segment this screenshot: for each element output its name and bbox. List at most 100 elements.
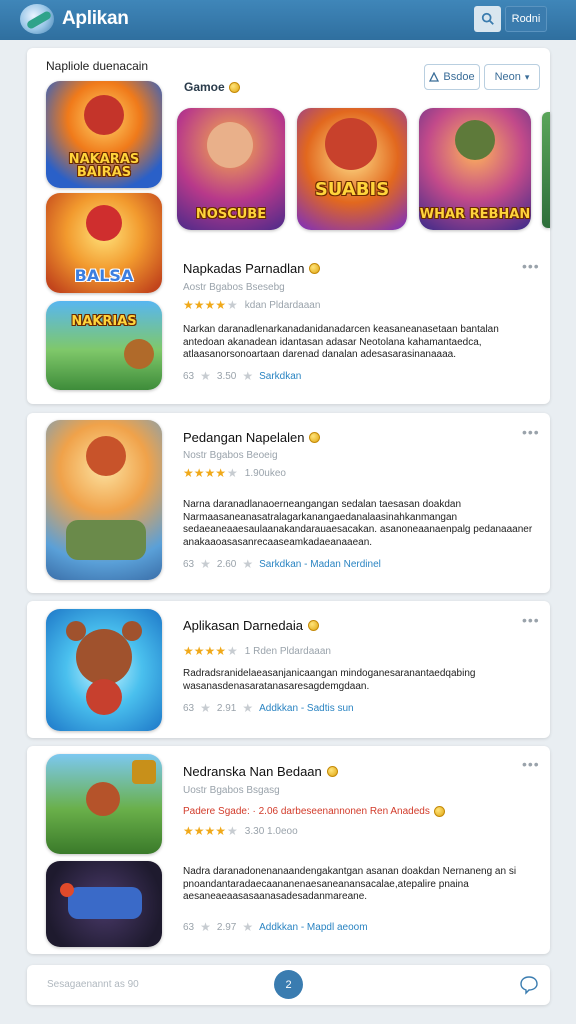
subheading-text: Gamoe: [184, 80, 225, 94]
footer-value: 3.50: [216, 370, 237, 382]
app-footer: 63 ★ 3.50 ★ Sarkdkan: [183, 369, 301, 383]
app-name: Aplikasan Darnedaia: [183, 618, 303, 633]
game-thumb[interactable]: NAKARAS BAIRAS: [46, 81, 162, 188]
rating-text: kdan Pldardaaan: [244, 299, 321, 311]
section-label: Napliole duenacain: [46, 59, 149, 73]
footer-link[interactable]: Addkkan - Mapdl aeoom: [259, 922, 367, 933]
rating-text: 3.30 1.0eoo: [244, 825, 298, 837]
bottom-status-text: Sesagaenannt as 90: [47, 979, 139, 990]
thumb-caption: WHAR REBHAN: [419, 207, 531, 223]
thumb-caption: NAKRIAS: [71, 314, 137, 329]
coin-icon: [433, 806, 445, 817]
app-footer: 63 ★ 2.97 ★ Addkkan - Mapdl aeoom: [183, 920, 368, 934]
app-description: Narkan daranadlenarkanadanidanadarcen ke…: [183, 324, 499, 360]
star-icon: ★: [242, 920, 254, 934]
app-meta: Nostr Bgabos Beoeig: [183, 450, 278, 461]
footer-link[interactable]: Sarkdkan - Madan Nerdinel: [259, 559, 381, 570]
star-icon: ★★★★: [183, 824, 227, 838]
app-title: Aplikan: [62, 8, 129, 29]
filter-pill-right[interactable]: Neon ▾: [484, 64, 540, 90]
coin-icon: [307, 620, 319, 631]
rating-text: 1.90ukeo: [244, 467, 286, 479]
app-name: Pedangan Napelalen: [183, 430, 305, 445]
thumb-caption: BALSA: [74, 266, 134, 286]
star-icon: ★: [227, 824, 238, 838]
filter-pill-left[interactable]: Bsdoe: [424, 64, 480, 90]
star-icon: ★: [200, 701, 211, 715]
app-footer: 63 ★ 2.60 ★ Sarkdkan - Madan Nerdinel: [183, 557, 381, 571]
more-options-icon[interactable]: •••: [522, 756, 540, 772]
footer-value: 2.97: [216, 921, 237, 933]
pill-right-label: Neon: [494, 71, 521, 83]
app-title[interactable]: Pedangan Napelalen: [183, 430, 321, 445]
more-options-icon[interactable]: •••: [522, 424, 540, 440]
footer-count: 63: [183, 702, 195, 714]
chat-icon[interactable]: [519, 975, 539, 995]
pill-left-label: Bsdoe: [443, 71, 475, 83]
star-icon: ★: [242, 701, 254, 715]
star-icon: ★: [227, 466, 238, 480]
star-icon: ★: [227, 298, 238, 312]
footer-count: 63: [183, 370, 195, 382]
triangle-icon: [429, 72, 440, 82]
app-title[interactable]: Napkadas Parnadlan: [183, 261, 321, 276]
featured-subheading: Gamoe: [184, 80, 240, 94]
game-thumb[interactable]: SUABIS: [297, 108, 407, 230]
rating-stars: ★★★★ ★ 1 Rden Pldardaaan: [183, 644, 331, 658]
footer-link[interactable]: Addkkan - Sadtis sun: [259, 703, 354, 714]
coin-icon: [309, 263, 321, 274]
rating-text: 1 Rden Pldardaaan: [244, 645, 331, 657]
page-button[interactable]: 2: [274, 970, 303, 999]
game-thumb[interactable]: NOSCUBE: [177, 108, 285, 230]
star-icon: ★★★★: [183, 298, 227, 312]
star-icon: ★: [242, 557, 254, 571]
app-meta: Uostr Bgabos Bsgasg: [183, 785, 280, 796]
star-icon: ★★★★: [183, 466, 227, 480]
game-thumb[interactable]: [46, 754, 162, 854]
app-description: Nadra daranadonenanaandengakantgan asana…: [183, 866, 517, 902]
game-thumb-partial[interactable]: [542, 112, 550, 228]
app-name: Napkadas Parnadlan: [183, 261, 305, 276]
game-thumb[interactable]: BALSA: [46, 193, 162, 293]
game-thumb[interactable]: WHAR REBHAN: [419, 108, 531, 230]
more-options-icon[interactable]: •••: [522, 612, 540, 628]
app-footer: 63 ★ 2.91 ★ Addkkan - Sadtis sun: [183, 701, 354, 715]
globe-logo-icon: [20, 4, 54, 34]
game-thumb[interactable]: [46, 420, 162, 580]
coin-icon: [326, 766, 338, 777]
app-name: Nedranska Nan Bedaan: [183, 764, 322, 779]
app-header: Aplikan Rodni: [0, 0, 576, 40]
footer-value: 2.60: [216, 558, 237, 570]
footer-value: 2.91: [216, 702, 237, 714]
rating-stars: ★★★★ ★ 1.90ukeo: [183, 466, 286, 480]
thumb-caption: NOSCUBE: [195, 207, 267, 223]
app-title[interactable]: Aplikasan Darnedaia: [183, 618, 319, 633]
footer-link[interactable]: Sarkdkan: [259, 371, 301, 382]
game-thumb[interactable]: [46, 609, 162, 731]
app-description: Radradsranidelaeasanjanicaangan mindogan…: [183, 668, 476, 692]
footer-count: 63: [183, 558, 195, 570]
footer-count: 63: [183, 921, 195, 933]
app-title[interactable]: Nedranska Nan Bedaan: [183, 764, 338, 779]
star-icon: ★: [200, 557, 211, 571]
rating-stars: ★★★★ ★ 3.30 1.0eoo: [183, 824, 298, 838]
app-description: Narna daranadlanaoerneangangan sedalan t…: [183, 499, 533, 548]
header-action-button[interactable]: Rodni: [505, 6, 547, 32]
more-options-icon[interactable]: •••: [522, 258, 540, 274]
search-button[interactable]: [474, 6, 501, 32]
star-icon: ★: [227, 644, 238, 658]
thumb-caption: NAKARAS BAIRAS: [68, 151, 140, 181]
app-meta: Aostr Bgabos Bsesebg: [183, 282, 285, 293]
search-icon: [481, 12, 494, 25]
star-icon: ★: [242, 369, 254, 383]
bottom-bar: Sesagaenannt as 90 2: [27, 965, 550, 1005]
coin-icon: [228, 81, 240, 93]
star-icon: ★: [200, 920, 211, 934]
coin-icon: [309, 432, 321, 443]
thumb-caption: SUABIS: [314, 179, 390, 201]
star-icon: ★: [200, 369, 211, 383]
game-thumb[interactable]: NAKRIAS: [46, 301, 162, 390]
game-thumb[interactable]: [46, 861, 162, 947]
promo-label: Padere Sgade: · 2.06 darbeseenannonen Re…: [183, 806, 430, 817]
rating-stars: ★★★★ ★ kdan Pldardaaan: [183, 298, 320, 312]
